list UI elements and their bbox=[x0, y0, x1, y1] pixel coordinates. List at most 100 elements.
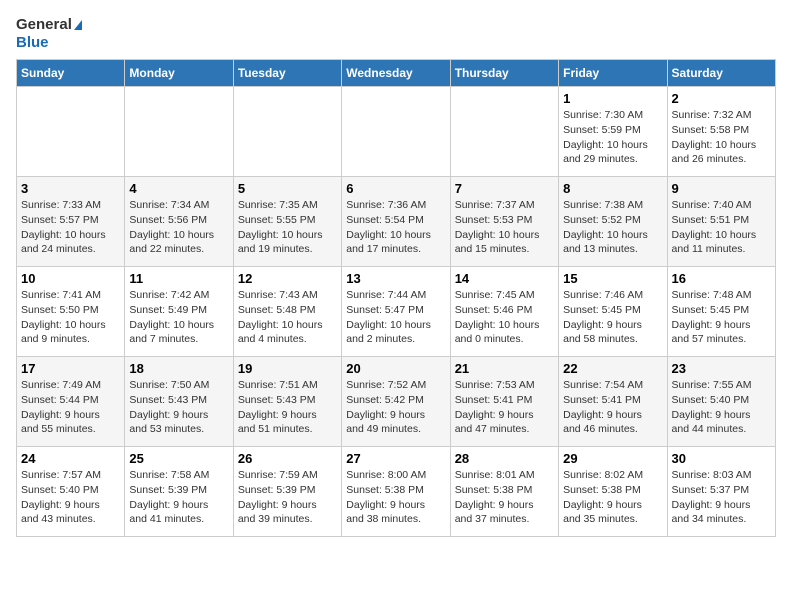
calendar-cell: 25 Sunrise: 7:58 AM Sunset: 5:39 PM Dayli… bbox=[125, 447, 233, 537]
day-number: 9 bbox=[672, 181, 771, 196]
day-number: 5 bbox=[238, 181, 337, 196]
day-header-monday: Monday bbox=[125, 60, 233, 87]
day-info: Sunrise: 7:32 AM Sunset: 5:58 PM Dayligh… bbox=[672, 108, 771, 167]
calendar-cell: 11Sunrise: 7:42 AM Sunset: 5:49 PM Dayli… bbox=[125, 267, 233, 357]
day-info: Sunrise: 7:36 AM Sunset: 5:54 PM Dayligh… bbox=[346, 198, 445, 257]
day-header-tuesday: Tuesday bbox=[233, 60, 341, 87]
day-number: 19 bbox=[238, 361, 337, 376]
calendar-cell: 12 Sunrise: 7:43 AM Sunset: 5:48 PM Dayli… bbox=[233, 267, 341, 357]
day-info: Sunrise: 7:35 AM Sunset: 5:55 PM Dayligh… bbox=[238, 198, 337, 257]
calendar-table: SundayMondayTuesdayWednesdayThursdayFrid… bbox=[16, 59, 776, 537]
day-number: 8 bbox=[563, 181, 662, 196]
calendar-cell: 30 Sunrise: 8:03 AM Sunset: 5:37 PM Dayli… bbox=[667, 447, 775, 537]
calendar-cell bbox=[342, 87, 450, 177]
day-number: 3 bbox=[21, 181, 120, 196]
day-info: Sunrise: 8:01 AM Sunset: 5:38 PM Dayligh… bbox=[455, 468, 554, 527]
calendar-cell: 27 Sunrise: 8:00 AM Sunset: 5:38 PM Dayli… bbox=[342, 447, 450, 537]
day-header-saturday: Saturday bbox=[667, 60, 775, 87]
day-info: Sunrise: 7:53 AM Sunset: 5:41 PM Dayligh… bbox=[455, 378, 554, 437]
calendar-cell: 29 Sunrise: 8:02 AM Sunset: 5:38 PM Dayli… bbox=[559, 447, 667, 537]
day-header-thursday: Thursday bbox=[450, 60, 558, 87]
day-number: 24 bbox=[21, 451, 120, 466]
calendar-cell: 1 Sunrise: 7:30 AM Sunset: 5:59 PM Daylig… bbox=[559, 87, 667, 177]
day-info: Sunrise: 7:34 AM Sunset: 5:56 PM Dayligh… bbox=[129, 198, 228, 257]
day-number: 21 bbox=[455, 361, 554, 376]
day-header-friday: Friday bbox=[559, 60, 667, 87]
calendar-cell: 22 Sunrise: 7:54 AM Sunset: 5:41 PM Dayli… bbox=[559, 357, 667, 447]
day-number: 29 bbox=[563, 451, 662, 466]
calendar-cell bbox=[17, 87, 125, 177]
day-info: Sunrise: 8:00 AM Sunset: 5:38 PM Dayligh… bbox=[346, 468, 445, 527]
day-info: Sunrise: 7:45 AM Sunset: 5:46 PM Dayligh… bbox=[455, 288, 554, 347]
page-header: General Blue bbox=[16, 16, 776, 51]
day-number: 28 bbox=[455, 451, 554, 466]
day-number: 18 bbox=[129, 361, 228, 376]
calendar-cell: 4 Sunrise: 7:34 AM Sunset: 5:56 PM Daylig… bbox=[125, 177, 233, 267]
day-number: 12 bbox=[238, 271, 337, 286]
week-row-4: 17 Sunrise: 7:49 AM Sunset: 5:44 PM Dayli… bbox=[17, 357, 776, 447]
calendar-cell bbox=[125, 87, 233, 177]
calendar-cell: 21 Sunrise: 7:53 AM Sunset: 5:41 PM Dayli… bbox=[450, 357, 558, 447]
day-info: Sunrise: 8:03 AM Sunset: 5:37 PM Dayligh… bbox=[672, 468, 771, 527]
calendar-cell: 9Sunrise: 7:40 AM Sunset: 5:51 PM Daylig… bbox=[667, 177, 775, 267]
calendar-cell bbox=[450, 87, 558, 177]
calendar-cell: 5 Sunrise: 7:35 AM Sunset: 5:55 PM Daylig… bbox=[233, 177, 341, 267]
calendar-cell: 15Sunrise: 7:46 AM Sunset: 5:45 PM Dayli… bbox=[559, 267, 667, 357]
logo: General Blue bbox=[16, 16, 82, 51]
day-info: Sunrise: 7:33 AM Sunset: 5:57 PM Dayligh… bbox=[21, 198, 120, 257]
day-number: 22 bbox=[563, 361, 662, 376]
day-info: Sunrise: 7:49 AM Sunset: 5:44 PM Dayligh… bbox=[21, 378, 120, 437]
day-info: Sunrise: 7:58 AM Sunset: 5:39 PM Dayligh… bbox=[129, 468, 228, 527]
day-info: Sunrise: 7:43 AM Sunset: 5:48 PM Dayligh… bbox=[238, 288, 337, 347]
calendar-cell: 26 Sunrise: 7:59 AM Sunset: 5:39 PM Dayli… bbox=[233, 447, 341, 537]
day-number: 20 bbox=[346, 361, 445, 376]
calendar-cell: 23 Sunrise: 7:55 AM Sunset: 5:40 PM Dayli… bbox=[667, 357, 775, 447]
day-number: 2 bbox=[672, 91, 771, 106]
day-number: 23 bbox=[672, 361, 771, 376]
day-number: 4 bbox=[129, 181, 228, 196]
calendar-cell: 28 Sunrise: 8:01 AM Sunset: 5:38 PM Dayli… bbox=[450, 447, 558, 537]
day-number: 15 bbox=[563, 271, 662, 286]
day-header-wednesday: Wednesday bbox=[342, 60, 450, 87]
calendar-cell: 6 Sunrise: 7:36 AM Sunset: 5:54 PM Daylig… bbox=[342, 177, 450, 267]
calendar-cell: 8 Sunrise: 7:38 AM Sunset: 5:52 PM Daylig… bbox=[559, 177, 667, 267]
day-info: Sunrise: 7:30 AM Sunset: 5:59 PM Dayligh… bbox=[563, 108, 662, 167]
day-info: Sunrise: 7:54 AM Sunset: 5:41 PM Dayligh… bbox=[563, 378, 662, 437]
day-info: Sunrise: 7:42 AM Sunset: 5:49 PM Dayligh… bbox=[129, 288, 228, 347]
day-info: Sunrise: 7:38 AM Sunset: 5:52 PM Dayligh… bbox=[563, 198, 662, 257]
calendar-cell: 19 Sunrise: 7:51 AM Sunset: 5:43 PM Dayli… bbox=[233, 357, 341, 447]
day-info: Sunrise: 7:48 AM Sunset: 5:45 PM Dayligh… bbox=[672, 288, 771, 347]
day-number: 14 bbox=[455, 271, 554, 286]
day-number: 16 bbox=[672, 271, 771, 286]
week-row-1: 1 Sunrise: 7:30 AM Sunset: 5:59 PM Daylig… bbox=[17, 87, 776, 177]
day-info: Sunrise: 7:51 AM Sunset: 5:43 PM Dayligh… bbox=[238, 378, 337, 437]
day-number: 25 bbox=[129, 451, 228, 466]
day-number: 17 bbox=[21, 361, 120, 376]
header-row: SundayMondayTuesdayWednesdayThursdayFrid… bbox=[17, 60, 776, 87]
day-number: 26 bbox=[238, 451, 337, 466]
day-number: 7 bbox=[455, 181, 554, 196]
calendar-cell: 7Sunrise: 7:37 AM Sunset: 5:53 PM Daylig… bbox=[450, 177, 558, 267]
calendar-cell: 10 Sunrise: 7:41 AM Sunset: 5:50 PM Dayli… bbox=[17, 267, 125, 357]
calendar-cell bbox=[233, 87, 341, 177]
day-info: Sunrise: 8:02 AM Sunset: 5:38 PM Dayligh… bbox=[563, 468, 662, 527]
calendar-cell: 18 Sunrise: 7:50 AM Sunset: 5:43 PM Dayli… bbox=[125, 357, 233, 447]
calendar-cell: 13Sunrise: 7:44 AM Sunset: 5:47 PM Dayli… bbox=[342, 267, 450, 357]
day-number: 10 bbox=[21, 271, 120, 286]
week-row-3: 10 Sunrise: 7:41 AM Sunset: 5:50 PM Dayli… bbox=[17, 267, 776, 357]
day-info: Sunrise: 7:52 AM Sunset: 5:42 PM Dayligh… bbox=[346, 378, 445, 437]
day-info: Sunrise: 7:59 AM Sunset: 5:39 PM Dayligh… bbox=[238, 468, 337, 527]
day-number: 13 bbox=[346, 271, 445, 286]
week-row-2: 3 Sunrise: 7:33 AM Sunset: 5:57 PM Daylig… bbox=[17, 177, 776, 267]
day-header-sunday: Sunday bbox=[17, 60, 125, 87]
week-row-5: 24Sunrise: 7:57 AM Sunset: 5:40 PM Dayli… bbox=[17, 447, 776, 537]
day-number: 6 bbox=[346, 181, 445, 196]
day-info: Sunrise: 7:50 AM Sunset: 5:43 PM Dayligh… bbox=[129, 378, 228, 437]
calendar-cell: 2 Sunrise: 7:32 AM Sunset: 5:58 PM Daylig… bbox=[667, 87, 775, 177]
day-info: Sunrise: 7:41 AM Sunset: 5:50 PM Dayligh… bbox=[21, 288, 120, 347]
day-number: 1 bbox=[563, 91, 662, 106]
day-number: 27 bbox=[346, 451, 445, 466]
day-number: 30 bbox=[672, 451, 771, 466]
calendar-cell: 24Sunrise: 7:57 AM Sunset: 5:40 PM Dayli… bbox=[17, 447, 125, 537]
day-info: Sunrise: 7:55 AM Sunset: 5:40 PM Dayligh… bbox=[672, 378, 771, 437]
